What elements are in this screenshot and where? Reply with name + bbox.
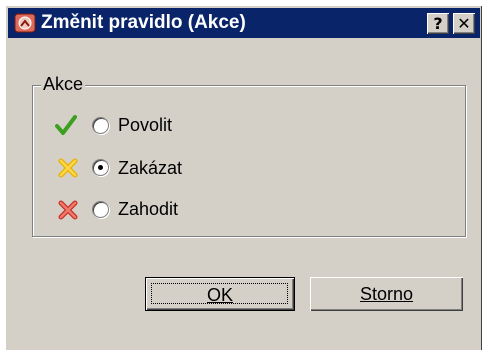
ok-button[interactable]: OK <box>145 277 295 311</box>
red-x-icon <box>58 200 78 220</box>
ok-button-label: OK <box>206 285 233 305</box>
green-check-icon <box>55 115 77 135</box>
storno-button[interactable]: Storno <box>310 277 463 311</box>
yellow-x-icon <box>58 158 78 178</box>
close-button[interactable]: ✕ <box>453 13 475 34</box>
group-label: Akce <box>41 73 86 95</box>
option-label-zahodit[interactable]: Zahodit <box>118 198 178 220</box>
rule-icon <box>14 13 36 33</box>
title-bar[interactable]: Změnit pravidlo (Akce) ? ✕ <box>8 8 480 38</box>
radio-zakazat[interactable] <box>92 159 109 176</box>
help-button[interactable]: ? <box>427 13 449 34</box>
option-label-povolit[interactable]: Povolit <box>118 114 172 136</box>
close-icon: ✕ <box>457 14 471 33</box>
radio-zahodit[interactable] <box>92 201 109 218</box>
storno-button-label: Storno <box>359 284 414 304</box>
radio-povolit[interactable] <box>92 117 109 134</box>
window-title: Změnit pravidlo (Akce) <box>41 12 246 33</box>
option-label-zakazat[interactable]: Zakázat <box>118 157 182 179</box>
radio-selected-dot <box>98 165 103 170</box>
